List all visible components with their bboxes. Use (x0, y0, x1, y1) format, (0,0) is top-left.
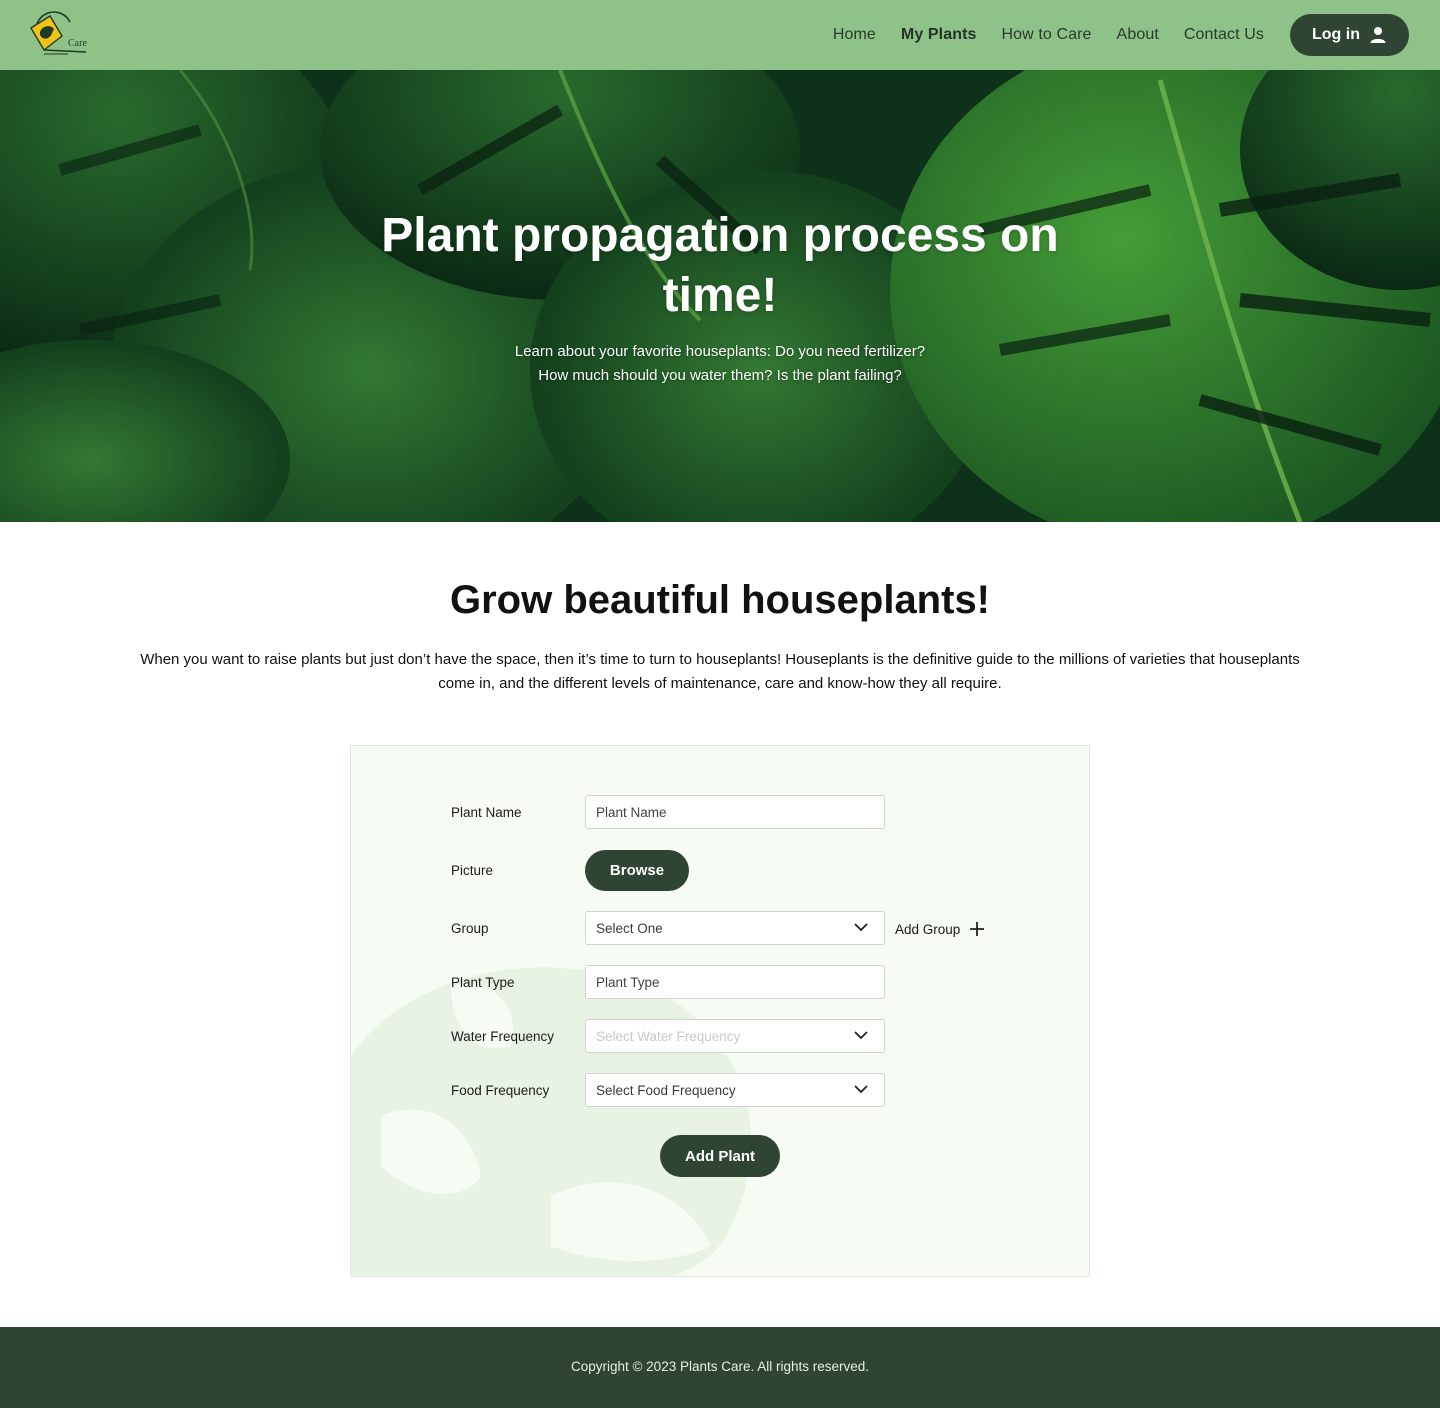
intro-title: Grow beautiful houseplants! (449, 578, 991, 622)
add-group-button[interactable]: Add Group (895, 912, 985, 946)
copyright-text: Copyright © 2023 Plants Care. All rights… (570, 1359, 870, 1374)
login-button[interactable]: Log in (1290, 14, 1409, 56)
user-icon (1370, 27, 1386, 43)
plus-icon (970, 922, 985, 936)
nav-home[interactable]: Home (833, 26, 876, 44)
chevron-down-icon (854, 1031, 868, 1040)
add-plant-form: Plant Name Picture Browse Group Select O… (350, 745, 1090, 1277)
plant-name-input[interactable] (585, 795, 885, 829)
nav-my-plants[interactable]: My Plants (901, 26, 977, 44)
plant-name-label: Plant Name (451, 805, 522, 820)
add-plant-button[interactable]: Add Plant (660, 1135, 780, 1177)
group-select[interactable]: Select One (585, 911, 885, 945)
nav-contact-us[interactable]: Contact Us (1184, 26, 1264, 44)
browse-button[interactable]: Browse (585, 850, 689, 891)
intro-text: When you want to raise plants but just d… (140, 651, 1300, 692)
site-footer: Copyright © 2023 Plants Care. All rights… (0, 1327, 1440, 1408)
water-frequency-select-value: Select Water Frequency (596, 1028, 741, 1044)
add-group-label: Add Group (895, 921, 961, 937)
food-frequency-select[interactable]: Select Food Frequency (585, 1073, 885, 1107)
group-label: Group (451, 921, 489, 936)
chevron-down-icon (854, 1085, 868, 1094)
picture-label: Picture (451, 863, 494, 878)
hero-subtitle: Learn about your favorite houseplants: D… (420, 340, 1020, 388)
food-frequency-select-value: Select Food Frequency (596, 1082, 736, 1098)
logo-text: Care (68, 38, 87, 49)
water-frequency-label: Water Frequency (451, 1029, 555, 1044)
chevron-down-icon (854, 923, 868, 932)
plants-care-logo[interactable]: Care (28, 10, 92, 60)
group-select-value: Select One (596, 920, 663, 936)
plant-type-label: Plant Type (451, 975, 515, 990)
login-button-label: Log in (1312, 26, 1360, 43)
hero-subtitle-line-1: Learn about your favorite houseplants: D… (514, 343, 926, 360)
hero-title: Plant propagation process on time! (381, 209, 1059, 322)
main-nav: Home My Plants How to Care About Contact… (808, 0, 1264, 70)
nav-about[interactable]: About (1117, 26, 1159, 44)
nav-how-to-care[interactable]: How to Care (1002, 26, 1092, 44)
hero-banner: Plant propagation process on time! Learn… (0, 70, 1440, 522)
logo-icon: Care (30, 11, 87, 55)
food-frequency-label: Food Frequency (451, 1083, 550, 1098)
water-frequency-select[interactable]: Select Water Frequency (585, 1019, 885, 1053)
plant-type-input[interactable] (585, 965, 885, 999)
site-header: Care Home My Plants How to Care About Co… (0, 0, 1440, 70)
hero-subtitle-line-2: How much should you water them? Is the p… (538, 367, 902, 384)
